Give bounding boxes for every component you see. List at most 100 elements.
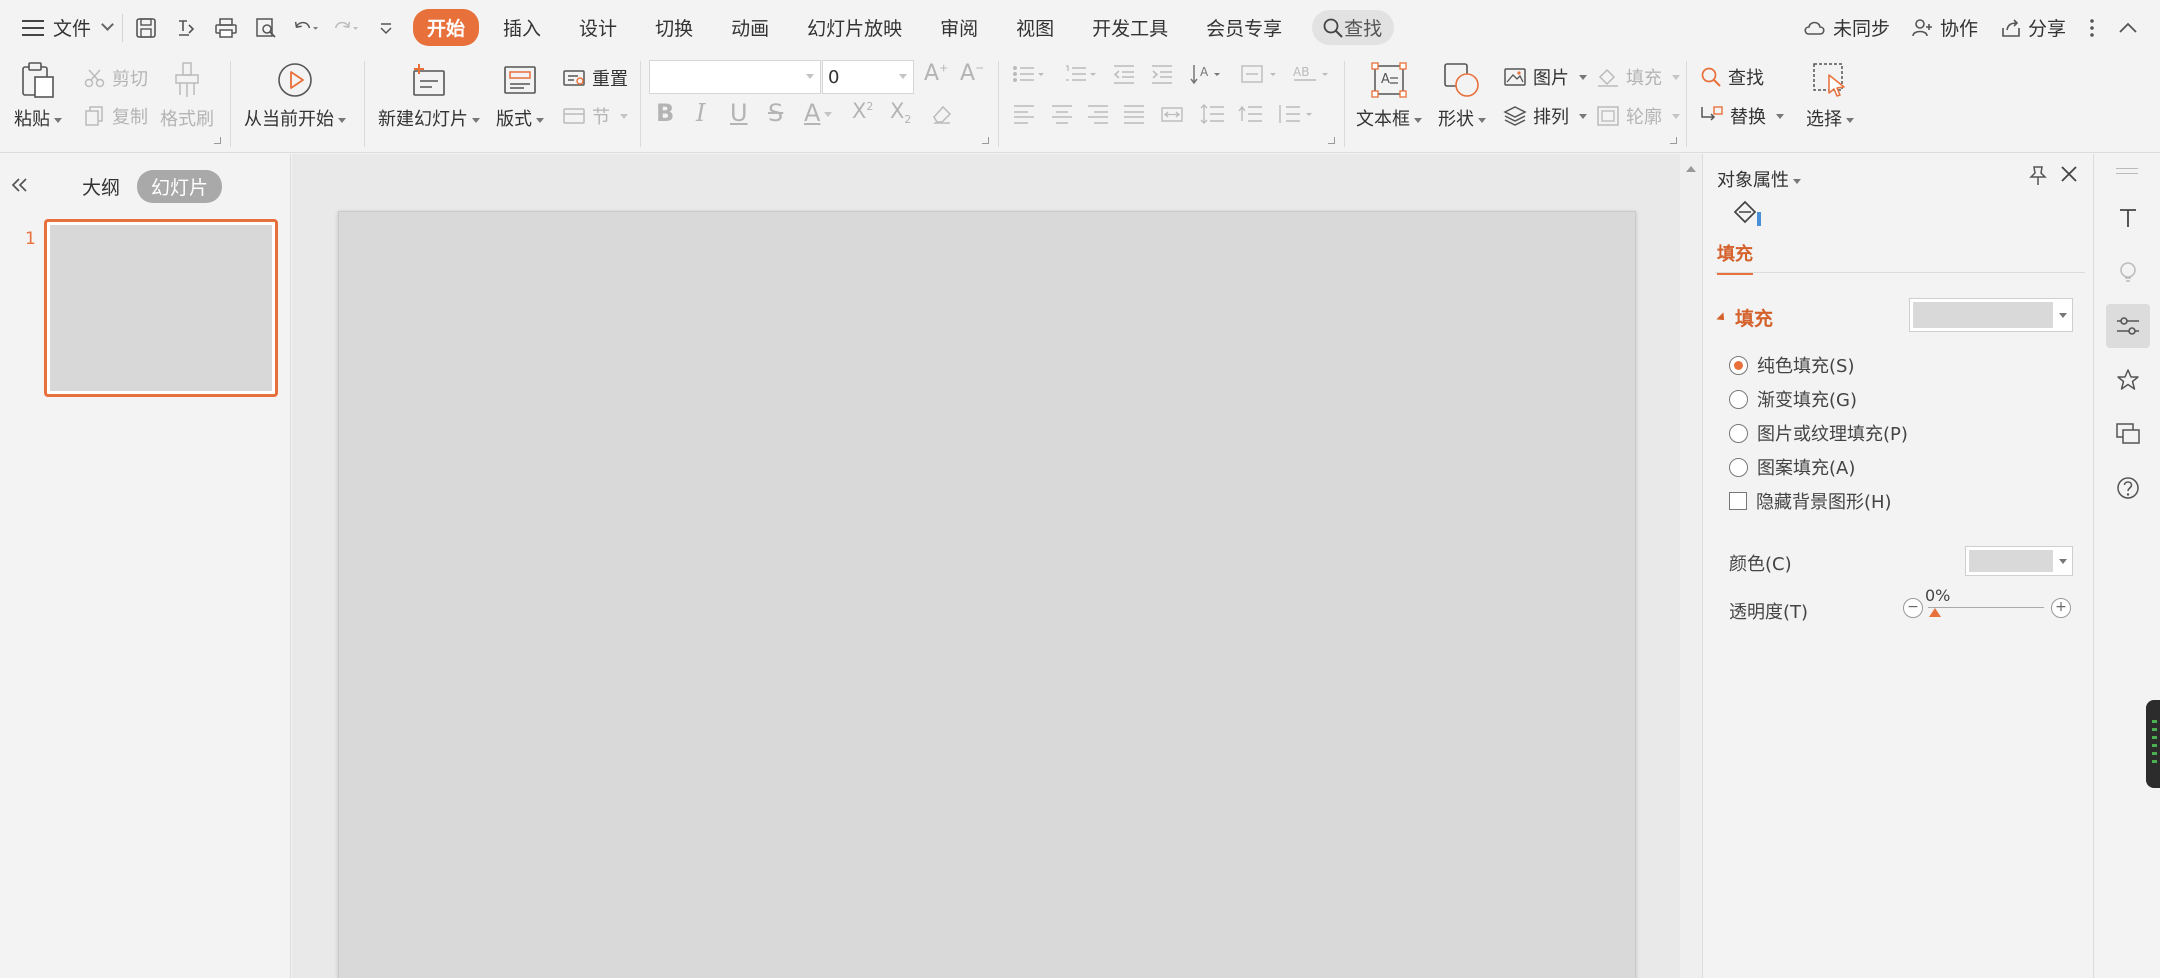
bold-button[interactable]: B (656, 99, 674, 127)
tab-search[interactable]: 查找 (1312, 10, 1395, 45)
print-preview-icon[interactable] (253, 15, 279, 41)
export-icon[interactable] (173, 15, 199, 41)
tab-design[interactable]: 设计 (565, 9, 631, 46)
strikethrough-button[interactable]: S (768, 99, 783, 127)
fill-section-header[interactable]: 填充 (1716, 304, 1773, 331)
layout-button[interactable]: 版式 (496, 61, 544, 131)
radio-unchecked[interactable] (1729, 389, 1748, 409)
slide-thumbnail[interactable] (44, 219, 278, 397)
line-spacing-button[interactable] (1200, 103, 1226, 130)
cut-button[interactable]: 剪切 (84, 65, 148, 91)
tab-home[interactable]: 开始 (413, 9, 480, 46)
align-left-button[interactable] (1012, 103, 1036, 130)
tab-animations[interactable]: 动画 (717, 9, 783, 46)
numbering-button[interactable] (1064, 63, 1098, 90)
arrange-button[interactable]: 排列 (1503, 103, 1587, 129)
tab-transitions[interactable]: 切换 (641, 9, 707, 46)
tab-developer[interactable]: 开发工具 (1078, 9, 1182, 46)
paragraph-dialog-launcher[interactable] (1328, 137, 1335, 144)
collapse-ribbon-button[interactable] (2118, 21, 2138, 35)
font-size-combo[interactable]: 0 (822, 60, 914, 94)
section-button[interactable]: 节 (562, 103, 628, 129)
font-color-button[interactable]: A (804, 99, 833, 127)
object-properties-button[interactable] (2106, 304, 2150, 348)
current-slide[interactable] (338, 211, 1636, 978)
fill-button[interactable]: 填充 (1596, 64, 1680, 90)
font-name-combo[interactable] (649, 60, 821, 94)
more-options-button[interactable] (2088, 18, 2096, 38)
transparency-slider-track[interactable] (1928, 607, 2044, 608)
tab-fill[interactable]: 填充 (1717, 240, 1753, 275)
justify-button[interactable] (1122, 103, 1146, 130)
transparency-decrease-button[interactable]: − (1903, 598, 1923, 618)
picture-texture-fill-option[interactable]: 图片或纹理填充(P) (1729, 420, 1908, 446)
radio-unchecked[interactable] (1729, 423, 1748, 443)
tab-slideshow[interactable]: 幻灯片放映 (793, 9, 916, 46)
pattern-fill-option[interactable]: 图案填充(A) (1729, 454, 1855, 480)
text-direction-button[interactable]: A (1190, 63, 1222, 90)
replace-button[interactable]: 替换 (1700, 103, 1784, 129)
tab-member[interactable]: 会员专享 (1192, 9, 1296, 46)
vertical-scrollbar[interactable] (1680, 154, 1702, 978)
redo-icon[interactable] (333, 15, 359, 41)
new-slide-button[interactable]: 新建幻灯片 (378, 61, 480, 131)
radio-checked[interactable] (1729, 355, 1748, 375)
paragraph-spacing-button[interactable] (1238, 103, 1264, 130)
collapse-panel-icon[interactable] (10, 172, 30, 200)
sync-status-button[interactable]: 未同步 (1803, 14, 1890, 41)
picture-button[interactable]: 图片 (1503, 64, 1587, 90)
shape-button[interactable]: 形状 (1438, 61, 1486, 131)
tab-outline[interactable]: 大纲 (68, 170, 134, 203)
distribute-button[interactable] (1160, 103, 1184, 130)
close-icon[interactable] (2059, 164, 2079, 188)
align-text-button[interactable] (1240, 63, 1280, 90)
smartart-button[interactable]: AB (1292, 63, 1332, 90)
text-properties-button[interactable] (2106, 196, 2150, 240)
gradient-fill-option[interactable]: 渐变填充(G) (1729, 386, 1857, 412)
smart-tips-button[interactable] (2106, 250, 2150, 294)
tab-insert[interactable]: 插入 (489, 9, 555, 46)
checkbox-unchecked[interactable] (1729, 492, 1747, 510)
customize-toolbar-icon[interactable] (373, 15, 399, 41)
textbox-button[interactable]: A 文本框 (1356, 61, 1422, 131)
format-painter-button[interactable]: 格式刷 (160, 61, 214, 131)
fill-tab-icon[interactable] (1729, 198, 1763, 234)
font-dialog-launcher[interactable] (982, 137, 989, 144)
superscript-button[interactable]: X2 (852, 99, 873, 123)
print-icon[interactable] (213, 15, 239, 41)
paste-button[interactable]: 粘贴 (14, 61, 62, 131)
pane-title[interactable]: 对象属性 (1717, 166, 1801, 192)
tab-review[interactable]: 审阅 (926, 9, 992, 46)
save-icon[interactable] (133, 15, 159, 41)
undo-icon[interactable] (293, 15, 319, 41)
increase-font-button[interactable]: A+ (924, 61, 948, 86)
align-right-button[interactable] (1086, 103, 1110, 130)
increase-indent-button[interactable] (1150, 63, 1174, 90)
clear-format-button[interactable] (930, 103, 954, 130)
select-button[interactable]: 选择 (1806, 61, 1854, 131)
floating-widget[interactable] (2146, 700, 2160, 788)
underline-button[interactable]: U (730, 99, 748, 127)
transparency-slider-thumb[interactable] (1929, 608, 1941, 617)
scroll-up-icon[interactable] (1686, 166, 1696, 172)
transparency-increase-button[interactable]: + (2051, 598, 2071, 618)
decrease-font-button[interactable]: A− (960, 61, 984, 86)
play-from-current-button[interactable]: 从当前开始 (244, 61, 346, 131)
clipboard-dialog-launcher[interactable] (214, 137, 221, 144)
find-button[interactable]: 查找 (1700, 64, 1764, 90)
file-menu[interactable]: 文件 (0, 0, 114, 55)
drawing-dialog-launcher[interactable] (1670, 137, 1677, 144)
italic-button[interactable]: I (696, 99, 705, 127)
drag-handle-icon[interactable] (2116, 168, 2138, 174)
radio-unchecked[interactable] (1729, 457, 1748, 477)
share-button[interactable]: 分享 (2000, 14, 2066, 41)
outline-button[interactable]: 轮廓 (1596, 103, 1680, 129)
subscript-button[interactable]: X2 (890, 99, 911, 126)
fill-preset-dropdown[interactable] (1909, 298, 2073, 332)
slide-transition-button[interactable] (2106, 412, 2150, 456)
pin-icon[interactable] (2027, 164, 2049, 190)
color-dropdown[interactable] (1965, 546, 2073, 576)
spacing-options-button[interactable] (1276, 103, 1316, 130)
solid-fill-option[interactable]: 纯色填充(S) (1729, 352, 1854, 378)
tab-slides[interactable]: 幻灯片 (137, 170, 223, 203)
